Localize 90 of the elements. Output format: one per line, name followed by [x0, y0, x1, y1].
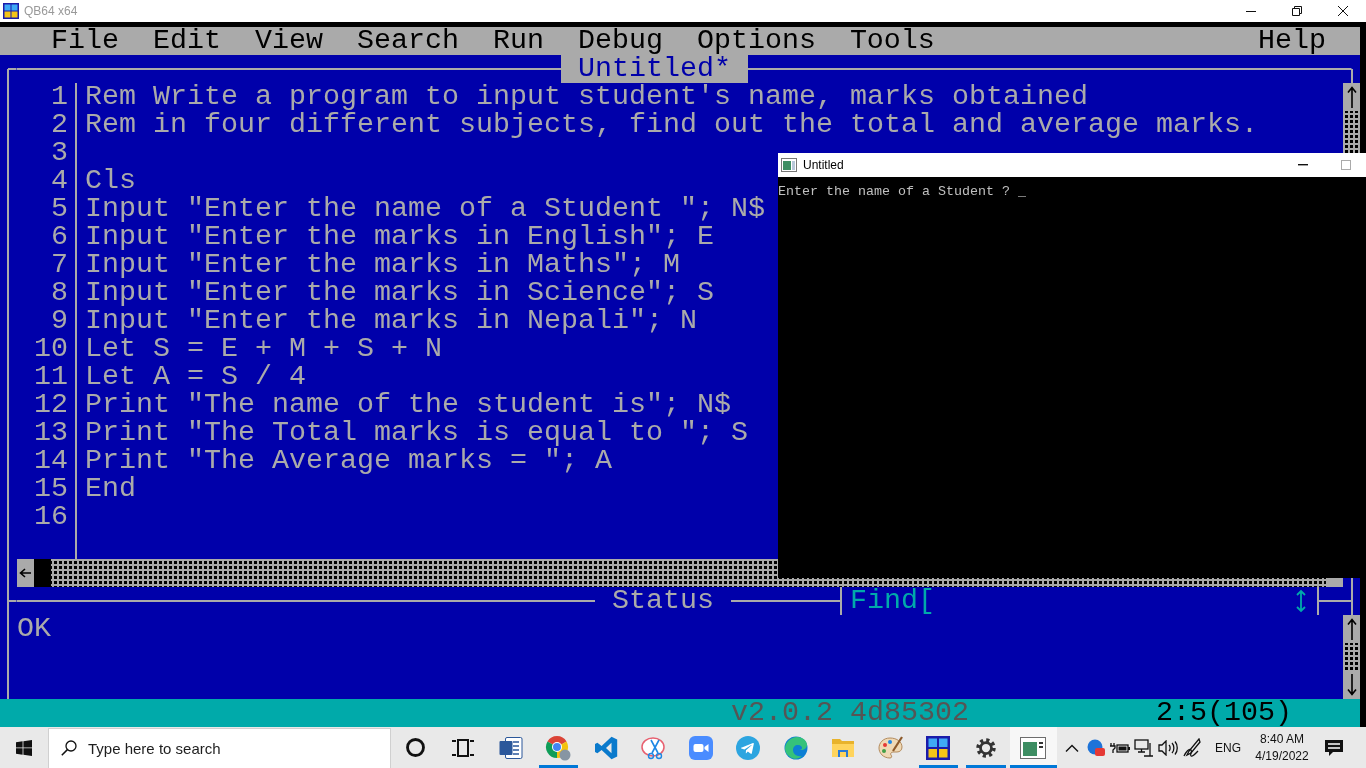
code-line: Cls	[84, 167, 136, 195]
line-number: 16	[33, 503, 68, 531]
windows-logo-icon	[16, 739, 32, 756]
folder-icon	[831, 736, 856, 759]
gear-icon	[974, 736, 997, 759]
code-line: Print "The Average marks = "; A	[84, 447, 612, 475]
line-number: 8	[50, 279, 68, 307]
line-number: 1	[50, 83, 68, 111]
minimize-icon	[1246, 10, 1256, 12]
up-arrow-icon	[1346, 86, 1357, 108]
version-text: v2.0.2 4d85302	[731, 699, 969, 727]
code-line: Rem in four different subjects, find out the total and average marks.	[84, 111, 1258, 139]
code-line: Let A = S / 4	[84, 363, 306, 391]
paper-plane-icon	[736, 735, 761, 760]
code-line: Rem Write a program to input student's name, marks obtained	[84, 83, 1088, 111]
code-line: Print "The Total marks is equal to "; S	[84, 419, 748, 447]
window-title: QB64 x64	[24, 3, 78, 19]
window-icon	[781, 158, 797, 172]
menu-item[interactable]: Help	[1258, 27, 1326, 55]
palette-icon	[877, 735, 904, 760]
line-number: 15	[33, 475, 68, 503]
scroll-up-button[interactable]	[1343, 83, 1360, 111]
badge-app-icon[interactable]	[1087, 738, 1105, 757]
up-down-arrow-icon[interactable]	[1295, 589, 1306, 613]
left-arrow-icon	[19, 568, 32, 578]
close-icon	[1338, 6, 1348, 16]
scroll-up-button[interactable]	[1343, 615, 1360, 643]
scroll-down-button[interactable]	[1343, 671, 1360, 699]
down-arrow-icon	[1346, 674, 1357, 696]
menu-item[interactable]: Options	[696, 27, 816, 55]
minimize-icon	[1298, 164, 1308, 166]
language-indicator[interactable]: ENG	[1215, 738, 1241, 757]
wave-circle-icon	[783, 735, 808, 760]
search-field[interactable]: Type here to search	[48, 728, 391, 768]
network-icon[interactable]	[1134, 738, 1154, 757]
menu-item[interactable]: Run	[492, 27, 544, 55]
window-title: Untitled	[803, 157, 844, 173]
window-icon	[1020, 736, 1047, 759]
menu-item[interactable]: Search	[356, 27, 459, 55]
line-number: 9	[50, 307, 68, 335]
file-title: Untitled*	[560, 55, 748, 83]
search-icon	[61, 740, 77, 756]
menu-item[interactable]: Debug	[577, 27, 663, 55]
line-number: 13	[33, 419, 68, 447]
notification-icon[interactable]	[1324, 738, 1344, 757]
code-line: Input "Enter the marks in Nepali"; N	[84, 307, 697, 335]
cursor-position: 2:5(105)	[1155, 699, 1292, 727]
line-number: 2	[50, 111, 68, 139]
chevron-up-icon[interactable]	[1065, 743, 1079, 752]
vertical-scrollbar[interactable]	[1343, 615, 1360, 699]
code-line: Print "The name of the student is"; N$	[84, 391, 731, 419]
speaker-icon[interactable]	[1158, 739, 1178, 756]
document-icon	[498, 735, 523, 760]
line-number: 12	[33, 391, 68, 419]
task-view-icon	[452, 738, 475, 757]
app-logo-icon	[3, 3, 19, 19]
pen-icon[interactable]	[1183, 737, 1201, 758]
find-label: Find[	[849, 587, 935, 615]
maximize-icon	[1341, 160, 1351, 170]
code-line: Input "Enter the marks in Science"; S	[84, 279, 714, 307]
tile-logo-icon	[926, 735, 951, 760]
code-line: Input "Enter the marks in Maths"; M	[84, 251, 680, 279]
code-line: Input "Enter the name of a Student "; N$	[84, 195, 765, 223]
up-arrow-icon	[1346, 618, 1357, 640]
line-number: 6	[50, 223, 68, 251]
vertical-scrollbar[interactable]	[1343, 83, 1360, 153]
restore-icon	[1292, 6, 1302, 16]
menu-item[interactable]: File	[51, 27, 119, 55]
menu-item[interactable]: Tools	[849, 27, 935, 55]
ring-icon	[406, 738, 426, 757]
clock[interactable]: 8:40 AM 4/19/2022	[1252, 727, 1312, 768]
menu-item[interactable]: View	[254, 27, 323, 55]
line-number: 3	[50, 139, 68, 167]
line-number: 14	[33, 447, 68, 475]
code-line: Input "Enter the marks in English"; E	[84, 223, 714, 251]
line-number: 5	[50, 195, 68, 223]
status-message: OK	[17, 615, 51, 643]
menu-item[interactable]: Edit	[152, 27, 221, 55]
code-line: Let S = E + M + S + N	[84, 335, 442, 363]
scissors-icon	[640, 735, 667, 760]
console-line: Enter the name of a Student ? _	[778, 184, 1026, 200]
line-number: 4	[50, 167, 68, 195]
video-camera-icon	[688, 735, 713, 760]
line-number: 11	[33, 363, 68, 391]
line-number: 10	[33, 335, 68, 363]
line-number: 7	[50, 251, 68, 279]
tricolor-circle-icon	[545, 734, 572, 761]
ribbon-icon	[593, 735, 618, 760]
panel-title: Status	[611, 587, 714, 615]
code-line: End	[84, 475, 136, 503]
